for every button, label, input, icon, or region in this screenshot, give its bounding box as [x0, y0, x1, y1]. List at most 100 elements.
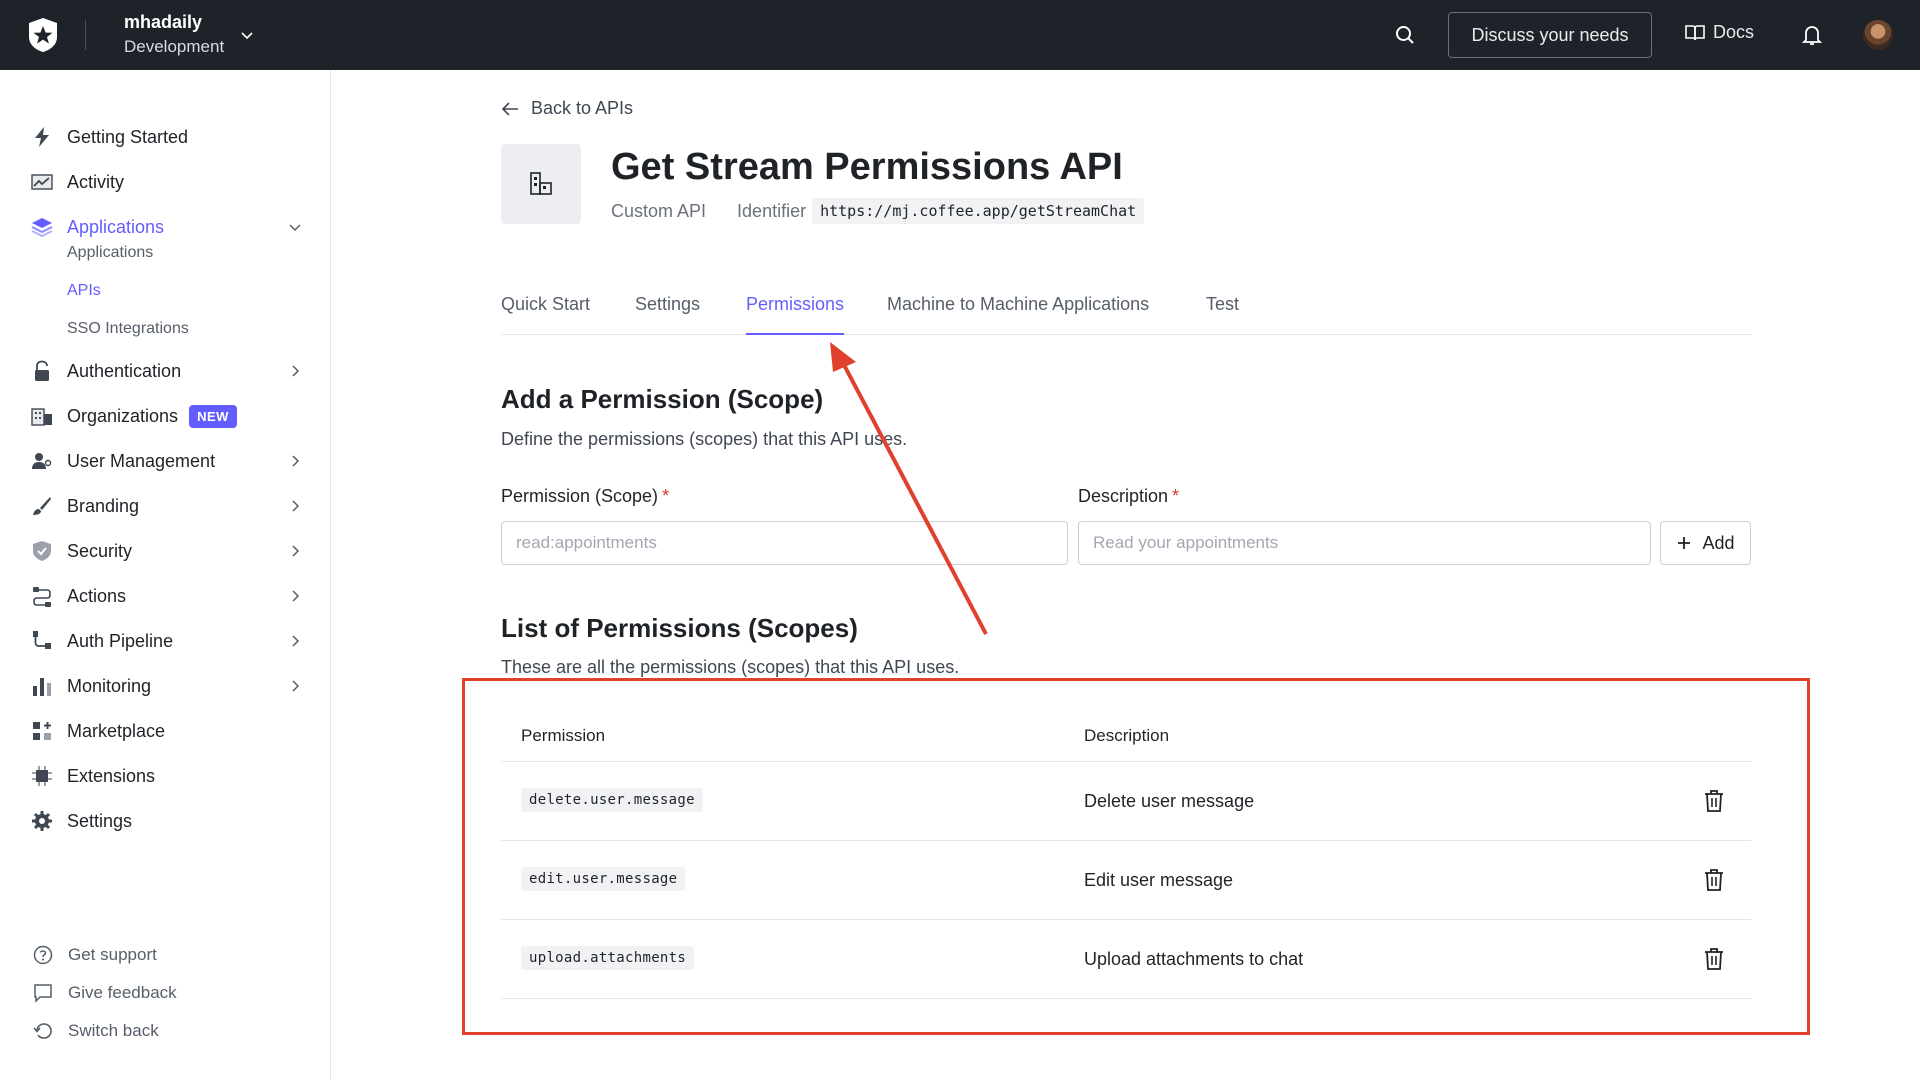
tenant-switcher[interactable]: mhadaily Development [124, 11, 224, 60]
chevron-down-icon [289, 224, 301, 232]
sidebar-item-label: Applications [67, 216, 165, 237]
sidebar-item-label: Activity [67, 171, 125, 192]
message-icon [32, 982, 54, 1004]
bolt-icon [30, 125, 54, 149]
back-label: Back to APIs [531, 98, 634, 118]
tab-machine-to-machine-applications[interactable]: Machine to Machine Applications [887, 294, 1149, 333]
sidebar-item-label: Authentication [67, 360, 182, 381]
sidebar-item-security[interactable]: Security [30, 536, 302, 566]
book-icon [1685, 24, 1705, 40]
chevron-down-icon[interactable] [239, 27, 255, 43]
lock-icon [30, 359, 54, 383]
sidebar-subitem-applications[interactable]: Applications [67, 244, 153, 262]
tab-quick-start[interactable]: Quick Start [501, 294, 590, 333]
permission-scope-label: Permission (Scope) * [501, 486, 669, 507]
add-permission-description: Define the permissions (scopes) that thi… [501, 429, 908, 449]
users-icon [30, 449, 54, 473]
tab-settings[interactable]: Settings [635, 294, 700, 333]
chevron-right-icon [292, 500, 300, 512]
sidebar-item-label: Marketplace [67, 720, 166, 741]
building-icon [30, 404, 54, 428]
chevron-right-icon [292, 545, 300, 557]
add-permission-button[interactable]: Add [1660, 521, 1751, 565]
chevron-right-icon [292, 455, 300, 467]
help-circle-icon [32, 944, 54, 966]
topbar-divider [85, 20, 86, 50]
tab-permissions[interactable]: Permissions [746, 294, 845, 335]
sidebar-item-label: Extensions [67, 765, 156, 786]
identifier-value[interactable]: https://mj.coffee.app/getStreamChat [812, 198, 1145, 224]
chip-icon [30, 764, 54, 788]
permissions-list-description: These are all the permissions (scopes) t… [501, 657, 960, 677]
annotation-highlight-box [462, 678, 1810, 1035]
undo-icon [32, 1020, 54, 1042]
sidebar-item-user-management[interactable]: User Management [30, 446, 302, 476]
sidebar-item-authentication[interactable]: Authentication [30, 356, 302, 386]
tab-test[interactable]: Test [1206, 294, 1239, 333]
api-building-icon [530, 172, 552, 195]
sidebar-item-extensions[interactable]: Extensions [30, 761, 302, 791]
api-type: Custom API [611, 200, 707, 221]
permissions-list-title: List of Permissions (Scopes) [501, 613, 858, 643]
tenant-environment: Development [124, 37, 225, 56]
sidebar-item-marketplace[interactable]: Marketplace [30, 716, 302, 746]
pipeline-icon [30, 629, 54, 653]
sidebar-item-activity[interactable]: Activity [30, 167, 302, 197]
search-icon[interactable] [1394, 24, 1416, 46]
auth0-logo-icon[interactable] [26, 17, 60, 53]
sidebar-item-auth-pipeline[interactable]: Auth Pipeline [30, 626, 302, 656]
docs-label: Docs [1713, 22, 1755, 42]
bar-chart-icon [30, 674, 54, 698]
notification-bell-icon[interactable] [1801, 23, 1823, 47]
docs-link[interactable]: Docs [1685, 22, 1754, 43]
add-permission-title: Add a Permission (Scope) [501, 384, 824, 414]
sidebar-item-branding[interactable]: Branding [30, 491, 302, 521]
identifier-label: Identifier [737, 200, 807, 221]
description-label: Description * [1078, 486, 1179, 507]
api-meta: Custom API Identifier https://mj.coffee.… [611, 198, 1145, 224]
tenant-name: mhadaily [124, 12, 203, 32]
permission-scope-input[interactable] [501, 521, 1068, 565]
arrow-left-icon [501, 101, 518, 116]
sidebar-subitem-sso-integrations[interactable]: SSO Integrations [67, 320, 189, 338]
tabs-bar: Quick Start Settings Permissions Machine… [501, 280, 1751, 335]
sidebar-item-applications[interactable]: Applications [30, 212, 302, 242]
chevron-right-icon [292, 680, 300, 692]
footer-label: Give feedback [68, 983, 177, 1002]
sidebar-item-actions[interactable]: Actions [30, 581, 302, 611]
get-support-link[interactable]: Get support [32, 943, 157, 967]
permission-scope-label-text: Permission (Scope) [501, 486, 659, 506]
sidebar-subitem-apis[interactable]: APIs [67, 282, 101, 300]
switch-back-link[interactable]: Switch back [32, 1019, 159, 1043]
required-asterisk: * [1172, 486, 1180, 506]
discuss-your-needs-button[interactable]: Discuss your needs [1448, 12, 1652, 58]
give-feedback-link[interactable]: Give feedback [32, 981, 177, 1005]
footer-label: Get support [68, 945, 157, 964]
add-label: Add [1702, 532, 1735, 553]
sidebar-item-getting-started[interactable]: Getting Started [30, 122, 302, 152]
user-avatar[interactable] [1863, 20, 1893, 50]
sidebar-item-label: Monitoring [67, 675, 152, 696]
sidebar-item-label: Getting Started [67, 126, 189, 147]
shield-icon [30, 539, 54, 563]
description-input[interactable] [1078, 521, 1651, 565]
top-bar: mhadaily Development Discuss your needs … [0, 0, 1920, 70]
gear-icon [30, 809, 54, 833]
sidebar-item-settings[interactable]: Settings [30, 806, 302, 836]
sidebar-item-label: Settings [67, 810, 133, 831]
sidebar-item-label: Actions [67, 585, 127, 606]
sidebar: Getting Started Activity Applications Ap… [0, 70, 331, 1080]
chevron-right-icon [292, 365, 300, 377]
new-badge: NEW [189, 404, 237, 428]
layers-icon [30, 215, 54, 239]
actions-flow-icon [30, 584, 54, 608]
back-to-apis-link[interactable]: Back to APIs [501, 98, 633, 119]
brush-icon [30, 494, 54, 518]
page-title: Get Stream Permissions API [611, 146, 1123, 188]
sidebar-item-monitoring[interactable]: Monitoring [30, 671, 302, 701]
plus-icon [1678, 537, 1691, 549]
sidebar-item-label: Auth Pipeline [67, 630, 174, 651]
chevron-right-icon [292, 635, 300, 647]
sidebar-item-label: User Management [67, 450, 216, 471]
sidebar-item-organizations[interactable]: Organizations NEW [30, 401, 302, 431]
